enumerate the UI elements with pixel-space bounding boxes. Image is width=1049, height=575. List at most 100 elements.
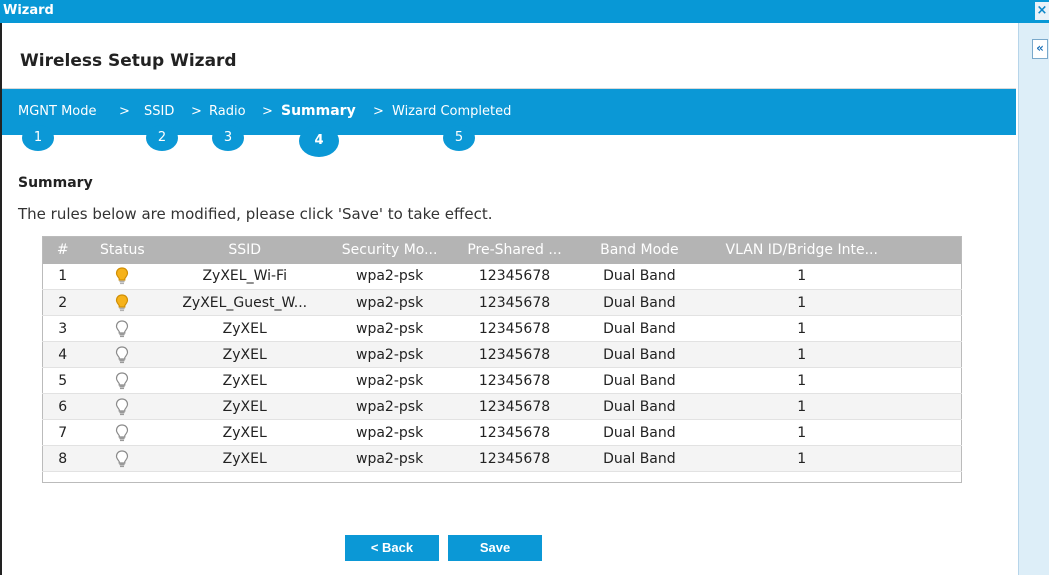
cell-security-mode: wpa2-psk [327,445,453,472]
cell-vlan-id: 1 [701,393,902,420]
cell-pre-shared-key: 12345678 [452,445,577,472]
step-label-summary: Summary [281,103,356,119]
back-button[interactable]: < Back [345,535,439,561]
cell-number: 6 [42,393,83,420]
cell-status [82,393,163,420]
cell-security-mode: wpa2-psk [327,419,453,446]
cell-number: 1 [42,263,83,290]
window-title: Wizard [3,3,54,18]
table-row[interactable]: 7 ZyXEL wpa2-psk 12345678 Dual Band 1 [42,419,962,446]
cell-number: 5 [42,367,83,394]
summary-note: The rules below are modified, please cli… [18,205,493,223]
cell-status [82,367,163,394]
lightbulb-off-icon [115,345,129,363]
cell-vlan-id: 1 [701,367,902,394]
save-button[interactable]: Save [448,535,542,561]
column-header-band-mode[interactable]: Band Mode [576,236,702,264]
chevron-right-icon: > [119,104,130,119]
cell-security-mode: wpa2-psk [327,289,453,316]
cell-filler [901,367,962,394]
table-row[interactable]: 6 ZyXEL wpa2-psk 12345678 Dual Band 1 [42,393,962,420]
column-header-pre-shared-key[interactable]: Pre-Shared ... [452,236,577,264]
cell-pre-shared-key: 12345678 [452,393,577,420]
column-header-vlan-id[interactable]: VLAN ID/Bridge Inte... [701,236,902,264]
cell-band-mode: Dual Band [576,393,702,420]
table-row[interactable]: 2 ZyXEL_Guest_W... wpa2-psk 12345678 Dual Ba… [42,289,962,316]
cell-pre-shared-key: 12345678 [452,263,577,290]
table-row[interactable]: 5 ZyXEL wpa2-psk 12345678 Dual Band 1 [42,367,962,394]
cell-status [82,445,163,472]
cell-pre-shared-key: 12345678 [452,315,577,342]
column-header-number[interactable]: # [42,236,83,264]
cell-number: 4 [42,341,83,368]
cell-security-mode: wpa2-psk [327,341,453,368]
cell-ssid: ZyXEL [162,367,328,394]
step-number-2: 2 [146,125,178,151]
cell-security-mode: wpa2-psk [327,393,453,420]
cell-filler [901,315,962,342]
cell-status [82,419,163,446]
window-titlebar: Wizard × [0,0,1049,23]
cell-band-mode: Dual Band [576,289,702,316]
table-row[interactable]: 4 ZyXEL wpa2-psk 12345678 Dual Band 1 [42,341,962,368]
cell-band-mode: Dual Band [576,263,702,290]
table-header-row: # Status SSID Security Mo... Pre-Shared … [42,236,962,264]
cell-vlan-id: 1 [701,445,902,472]
lightbulb-off-icon [115,423,129,441]
cell-filler [901,263,962,290]
cell-ssid: ZyXEL [162,341,328,368]
column-header-filler [901,236,962,264]
cell-status [82,315,163,342]
cell-filler [901,289,962,316]
cell-band-mode: Dual Band [576,445,702,472]
cell-band-mode: Dual Band [576,419,702,446]
step-number-5: 5 [443,125,475,151]
cell-number: 2 [42,289,83,316]
lightbulb-on-icon [115,293,129,311]
cell-number: 7 [42,419,83,446]
cell-ssid: ZyXEL [162,445,328,472]
cell-number: 8 [42,445,83,472]
page-title: Wireless Setup Wizard [20,51,237,71]
lightbulb-off-icon [115,397,129,415]
step-label-ssid: SSID [144,104,175,119]
close-icon[interactable]: × [1035,2,1049,20]
column-header-status[interactable]: Status [82,236,163,264]
cell-filler [901,393,962,420]
lightbulb-off-icon [115,371,129,389]
summary-heading: Summary [18,175,93,191]
cell-security-mode: wpa2-psk [327,367,453,394]
spacer-cell [42,471,962,483]
cell-security-mode: wpa2-psk [327,315,453,342]
cell-band-mode: Dual Band [576,367,702,394]
cell-ssid: ZyXEL [162,419,328,446]
cell-vlan-id: 1 [701,341,902,368]
lightbulb-off-icon [115,449,129,467]
table-row[interactable]: 8 ZyXEL wpa2-psk 12345678 Dual Band 1 [42,445,962,472]
cell-vlan-id: 1 [701,315,902,342]
table-row[interactable]: 1 ZyXEL_Wi-Fi wpa2-psk 12345678 Dual Band 1 [42,263,962,290]
cell-vlan-id: 1 [701,263,902,290]
ssid-summary-table: # Status SSID Security Mo... Pre-Shared … [42,236,962,483]
step-label-mgnt-mode: MGNT Mode [18,104,97,119]
cell-number: 3 [42,315,83,342]
wizard-header: Wireless Setup Wizard [2,23,1016,89]
cell-filler [901,419,962,446]
cell-ssid: ZyXEL [162,393,328,420]
chevron-right-icon: > [191,104,202,119]
cell-ssid: ZyXEL_Wi-Fi [162,263,328,290]
table-bottom-spacer [42,471,962,483]
cell-band-mode: Dual Band [576,341,702,368]
chevron-right-icon: > [262,104,273,119]
cell-security-mode: wpa2-psk [327,263,453,290]
step-label-wizard-completed: Wizard Completed [392,104,512,119]
column-header-security-mode[interactable]: Security Mo... [327,236,453,264]
step-number-4: 4 [299,125,339,157]
collapse-panel-icon[interactable]: « [1032,39,1048,59]
cell-status [82,263,163,290]
cell-filler [901,341,962,368]
table-row[interactable]: 3 ZyXEL wpa2-psk 12345678 Dual Band 1 [42,315,962,342]
column-header-ssid[interactable]: SSID [162,236,328,264]
cell-pre-shared-key: 12345678 [452,341,577,368]
cell-band-mode: Dual Band [576,315,702,342]
